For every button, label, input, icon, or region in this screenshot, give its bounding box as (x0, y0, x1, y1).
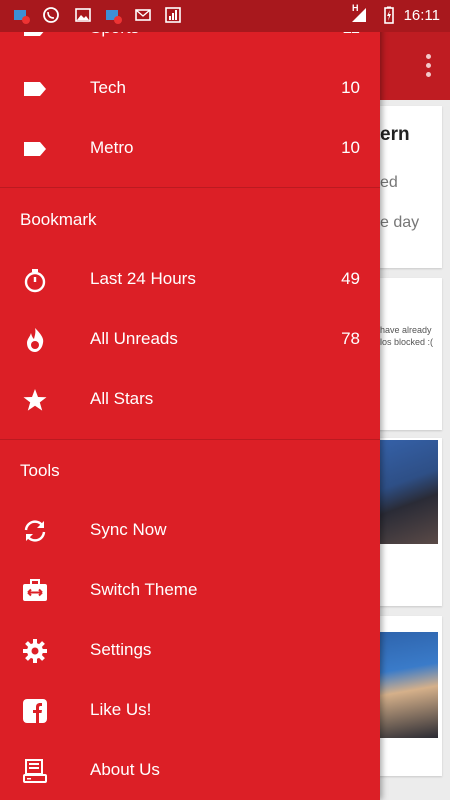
section-header-tools: Tools (20, 461, 60, 480)
article-snippet: e day (380, 214, 420, 231)
overflow-menu-icon[interactable] (426, 54, 432, 77)
drawer-item-settings[interactable]: Settings (0, 620, 380, 680)
divider (0, 439, 380, 440)
sim-signal-icon (350, 6, 368, 24)
article-snippet: ed (380, 174, 398, 191)
sync-icon (22, 518, 48, 544)
battery-charging-icon (380, 6, 398, 24)
switch-theme-icon (22, 578, 48, 604)
drawer-item-all-stars[interactable]: All Stars (0, 369, 380, 429)
signal-icon (164, 6, 182, 24)
drawer-item-all-unreads[interactable]: All Unreads 78 (0, 309, 380, 369)
drawer-item-label: Metro (90, 138, 134, 157)
divider (0, 187, 380, 188)
drawer-item-count: 49 (341, 269, 360, 288)
drawer-item-like-us[interactable]: Like Us! (0, 680, 380, 740)
flame-icon (22, 327, 48, 353)
drawer-item-tech[interactable]: Tech 10 (0, 58, 380, 118)
status-bar: H 16:11 (0, 0, 450, 32)
image-icon (74, 6, 92, 24)
drawer-item-label: All Stars (90, 389, 154, 408)
section-header-bookmark: Bookmark (20, 210, 97, 229)
mail-icon (134, 6, 152, 24)
stopwatch-icon (22, 267, 48, 293)
drawer-item-label: Sync Now (90, 520, 167, 539)
drawer-item-label: About Us (90, 760, 160, 779)
tag-icon (22, 136, 48, 162)
navigation-drawer: Sports 11 Tech 10 Metro 10 Bookmark Last… (0, 0, 380, 800)
tag-icon (22, 76, 48, 102)
drawer-item-about-us[interactable]: About Us (0, 740, 380, 800)
whatsapp-icon (42, 6, 60, 24)
drawer-item-metro[interactable]: Metro 10 (0, 118, 380, 178)
gear-icon (22, 638, 48, 664)
drawer-item-count: 78 (341, 329, 360, 348)
app-notification-icon (104, 6, 122, 24)
drawer-item-label: Settings (90, 640, 152, 659)
drawer-item-label: Switch Theme (90, 580, 198, 599)
article-title: ern (380, 124, 410, 145)
drawer-item-last-24-hours[interactable]: Last 24 Hours 49 (0, 249, 380, 309)
clock: 16:11 (403, 7, 440, 24)
drawer-item-count: 10 (341, 138, 360, 157)
drawer-item-label: Like Us! (90, 700, 152, 719)
article-snippet: have already los blocked :( (380, 325, 434, 347)
facebook-icon (22, 698, 48, 724)
drawer-item-sync-now[interactable]: Sync Now (0, 500, 380, 560)
article-image (380, 440, 438, 544)
app-notification-icon (12, 6, 30, 24)
star-icon (22, 387, 48, 413)
drawer-item-count: 10 (341, 78, 360, 97)
drawer-item-switch-theme[interactable]: Switch Theme (0, 560, 380, 620)
drawer-item-label: Tech (90, 78, 126, 97)
about-icon (22, 758, 48, 784)
drawer-item-label: Last 24 Hours (90, 269, 196, 288)
drawer-item-label: All Unreads (90, 329, 178, 348)
article-image (380, 632, 438, 738)
